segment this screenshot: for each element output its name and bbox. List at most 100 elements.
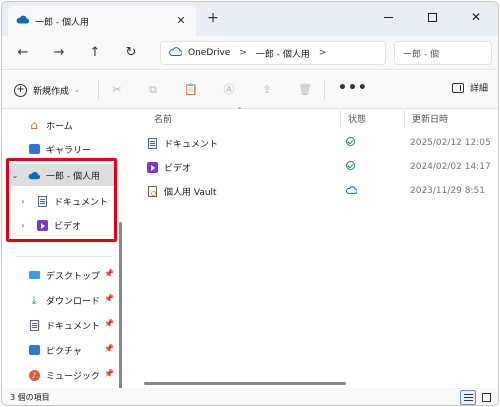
file-name: ドキュメント — [164, 139, 219, 150]
more-options-button[interactable]: ••• — [338, 80, 368, 96]
sidebar-item-downloads[interactable]: ⤓ ダウンロード 📌 — [10, 289, 116, 311]
chevron-right-icon[interactable]: › — [18, 221, 28, 230]
sidebar-item-label: ドキュメント — [46, 321, 101, 332]
rename-icon[interactable]: Ⓐ — [220, 81, 238, 99]
file-name: ビデオ — [164, 163, 192, 174]
chevron-down-icon[interactable]: ⌄ — [10, 171, 20, 180]
document-icon — [29, 319, 39, 331]
divider — [16, 256, 112, 257]
details-pane-icon — [451, 82, 464, 93]
file-row[interactable]: 個人用 Vault 2023/11/29 8:51 — [138, 180, 498, 202]
tiles-view-button[interactable] — [478, 390, 494, 405]
tiles-view-icon — [481, 393, 491, 402]
refresh-button[interactable]: ↻ — [122, 44, 140, 62]
new-tab-button[interactable]: + — [206, 11, 220, 25]
video-icon — [146, 161, 158, 173]
search-placeholder: 一郎 - 個 — [403, 49, 439, 60]
onedrive-cloud-icon — [169, 47, 183, 59]
column-header-name[interactable]: 名前 — [154, 110, 172, 126]
tab-close-icon[interactable]: ✕ — [174, 14, 188, 28]
address-bar[interactable]: OneDrive > 一郎 - 個人用 > — [160, 41, 386, 65]
music-icon: ♪ — [28, 369, 40, 381]
sidebar-item-documents[interactable]: › ドキュメント — [10, 190, 116, 212]
close-window-button[interactable]: ✕ — [454, 2, 498, 32]
pictures-icon — [28, 345, 40, 355]
up-button[interactable]: ↑ — [86, 44, 104, 62]
breadcrumb-separator[interactable]: > — [319, 48, 327, 58]
copy-icon[interactable]: ⧉ — [144, 81, 162, 99]
new-button[interactable]: + 新規作成 ⌄ — [14, 81, 80, 99]
chevron-right-icon[interactable]: › — [18, 197, 28, 206]
file-date: 2025/02/12 12:05 — [410, 138, 491, 148]
pin-icon: 📌 — [104, 344, 114, 353]
share-icon[interactable]: ⇪ — [258, 81, 276, 99]
minimize-button[interactable] — [366, 2, 410, 32]
vault-icon — [147, 185, 157, 197]
status-bar: 3 個の項目 — [2, 388, 498, 405]
download-icon: ⤓ — [31, 293, 37, 307]
details-pane-button[interactable]: 詳細 — [451, 81, 488, 94]
minimize-icon — [383, 16, 393, 18]
sidebar-item-desktop[interactable]: デスクトップ 📌 — [10, 264, 116, 286]
column-separator[interactable] — [340, 110, 341, 126]
home-icon: ⌂ — [30, 118, 38, 132]
title-bar: 一郎 - 個人用 ✕ + ✕ — [2, 2, 498, 36]
file-name: 個人用 Vault — [164, 187, 217, 198]
cut-icon[interactable]: ✂ — [108, 81, 126, 99]
list-view-icon — [463, 394, 473, 401]
sidebar-item-label: ダウンロード — [46, 296, 101, 307]
horizontal-scrollbar[interactable] — [144, 382, 346, 385]
details-label: 詳細 — [469, 84, 488, 94]
sidebar-item-gallery[interactable]: ギャラリー — [10, 138, 116, 160]
synced-status-icon — [346, 137, 355, 149]
file-row[interactable]: ドキュメント 2025/02/12 12:05 — [138, 132, 498, 154]
delete-icon[interactable]: 🗑 — [296, 81, 314, 99]
sidebar-item-onedrive[interactable]: ⌄ 一郎 - 個人用 — [10, 164, 116, 186]
close-icon: ✕ — [470, 10, 482, 24]
column-header-label: 名前 — [154, 114, 173, 125]
column-header-status[interactable]: 状態 — [348, 110, 366, 126]
onedrive-cloud-icon — [28, 169, 40, 181]
paste-icon[interactable]: 📋 — [182, 81, 200, 99]
new-label: 新規作成 — [33, 86, 70, 97]
sidebar-item-videos[interactable]: › ビデオ — [10, 214, 116, 236]
sidebar-item-home[interactable]: ⌂ ホーム — [10, 114, 116, 136]
column-header-label: 更新日時 — [412, 114, 449, 125]
separator — [324, 80, 325, 100]
details-view-button[interactable] — [460, 390, 476, 405]
sidebar-item-label: ビデオ — [54, 221, 82, 232]
sidebar-item-label: ミュージック — [46, 371, 100, 382]
pin-icon: 📌 — [104, 294, 114, 303]
maximize-button[interactable] — [410, 2, 454, 32]
column-separator[interactable] — [404, 110, 405, 126]
breadcrumb-current[interactable]: 一郎 - 個人用 — [256, 47, 310, 60]
command-bar: + 新規作成 ⌄ ✂ ⧉ 📋 Ⓐ ⇪ 🗑 ••• 詳細 — [2, 71, 498, 109]
sidebar-item-label: ピクチャ — [46, 346, 82, 357]
item-count: 3 個の項目 — [10, 393, 50, 402]
file-list: ⌃ 名前 状態 更新日時 ドキュメント 2025/02/12 12:05 ビデオ — [126, 106, 498, 388]
file-date: 2024/02/02 14:17 — [410, 162, 491, 172]
video-icon — [36, 219, 48, 231]
sidebar-item-pictures[interactable]: ピクチャ 📌 — [10, 339, 116, 361]
column-header-label: 状態 — [348, 114, 367, 125]
file-explorer-window: 一郎 - 個人用 ✕ + ✕ ← → ↑ ↻ OneDrive > 一郎 - 個… — [1, 1, 499, 406]
file-row[interactable]: ビデオ 2024/02/02 14:17 — [138, 156, 498, 178]
forward-button[interactable]: → — [50, 44, 68, 62]
sidebar-item-label: デスクトップ — [46, 271, 101, 282]
pin-icon: 📌 — [104, 369, 114, 378]
gallery-icon — [28, 144, 40, 154]
plus-icon: + — [14, 83, 27, 97]
column-header-modified[interactable]: 更新日時 — [412, 110, 448, 126]
sidebar-scrollbar[interactable] — [119, 222, 122, 392]
sidebar-item-documents-quick[interactable]: ドキュメント 📌 — [10, 314, 116, 336]
maximize-icon — [427, 12, 437, 22]
pin-icon: 📌 — [104, 269, 114, 278]
back-button[interactable]: ← — [14, 44, 32, 62]
address-toolbar: ← → ↑ ↻ OneDrive > 一郎 - 個人用 > 一郎 - 個 — [2, 36, 498, 70]
tab-onedrive[interactable]: 一郎 - 個人用 ✕ — [8, 6, 196, 36]
breadcrumb-onedrive[interactable]: OneDrive — [188, 48, 230, 58]
desktop-icon — [28, 271, 40, 279]
search-input[interactable]: 一郎 - 個 — [394, 41, 492, 65]
breadcrumb-separator[interactable]: > — [239, 48, 247, 58]
sidebar-item-music[interactable]: ♪ ミュージック 📌 — [10, 364, 116, 386]
